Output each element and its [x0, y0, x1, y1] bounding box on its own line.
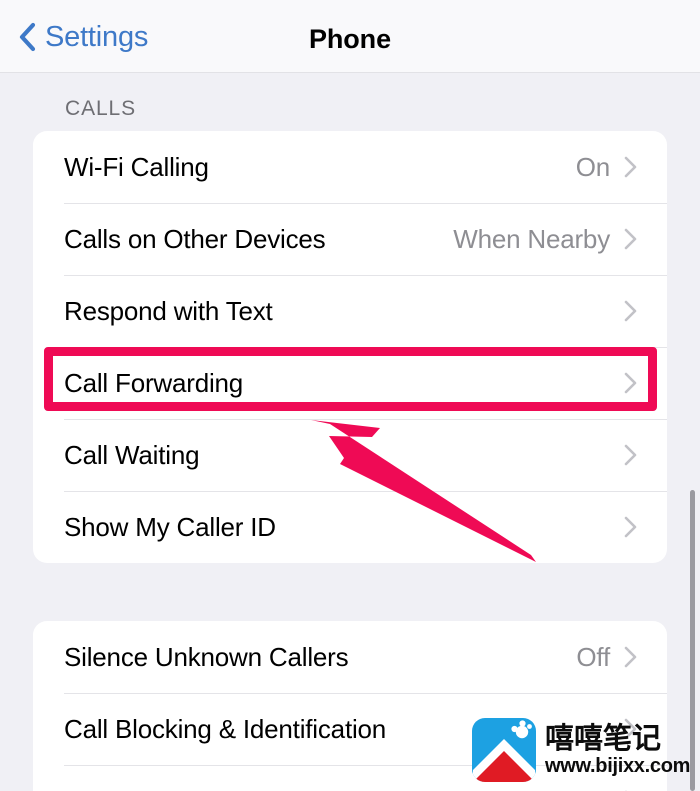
settings-row-respond-with-text[interactable]: Respond with Text: [33, 275, 667, 347]
row-label: Call Forwarding: [64, 367, 244, 398]
row-label: Wi-Fi Calling: [64, 151, 209, 182]
chevron-right-icon: [624, 228, 637, 250]
chevron-right-icon: [624, 444, 637, 466]
settings-row-calls-on-other-devices[interactable]: Calls on Other Devices When Nearby: [33, 203, 667, 275]
watermark-url: www.bijixx.com: [545, 755, 691, 777]
chevron-right-icon: [624, 516, 637, 538]
row-label: Silence Unknown Callers: [64, 641, 349, 672]
settings-row-call-waiting[interactable]: Call Waiting: [33, 419, 667, 491]
watermark: 嘻嘻笔记 www.bijixx.com: [472, 718, 690, 782]
scrollbar-thumb[interactable]: [690, 490, 695, 791]
settings-row-silence-unknown-callers[interactable]: Silence Unknown Callers Off: [33, 621, 667, 693]
settings-row-wifi-calling[interactable]: Wi-Fi Calling On: [33, 131, 667, 203]
section-header-calls: CALLS: [65, 97, 137, 120]
settings-scroll-view[interactable]: CALLS Wi-Fi Calling On Calls on Other De…: [0, 73, 700, 791]
row-value: When Nearby: [453, 223, 610, 254]
settings-row-show-my-caller-id[interactable]: Show My Caller ID: [33, 491, 667, 563]
navigation-bar: Settings Phone: [0, 0, 700, 73]
row-label: Respond with Text: [64, 295, 273, 326]
chevron-right-icon: [624, 646, 637, 668]
page-title: Phone: [308, 24, 391, 54]
watermark-brand: 嘻嘻笔记: [545, 721, 662, 755]
row-value: Off: [576, 641, 610, 672]
vertical-scrollbar[interactable]: [690, 490, 695, 791]
chevron-right-icon: [624, 300, 637, 322]
row-label: Show My Caller ID: [64, 511, 276, 542]
settings-group-calls: Wi-Fi Calling On Calls on Other Devices …: [33, 131, 667, 563]
mountain-peak-logo-icon: [472, 718, 536, 782]
chevron-right-icon: [624, 156, 637, 178]
watermark-text-block: 嘻嘻笔记 www.bijixx.com: [545, 722, 690, 778]
chevron-right-icon: [624, 372, 637, 394]
row-label: Calls on Other Devices: [64, 223, 326, 254]
row-label: Call Waiting: [64, 439, 200, 470]
row-label: Blocked Contacts: [64, 786, 610, 791]
row-value: On: [575, 151, 610, 182]
settings-row-call-forwarding[interactable]: Call Forwarding: [33, 347, 667, 419]
